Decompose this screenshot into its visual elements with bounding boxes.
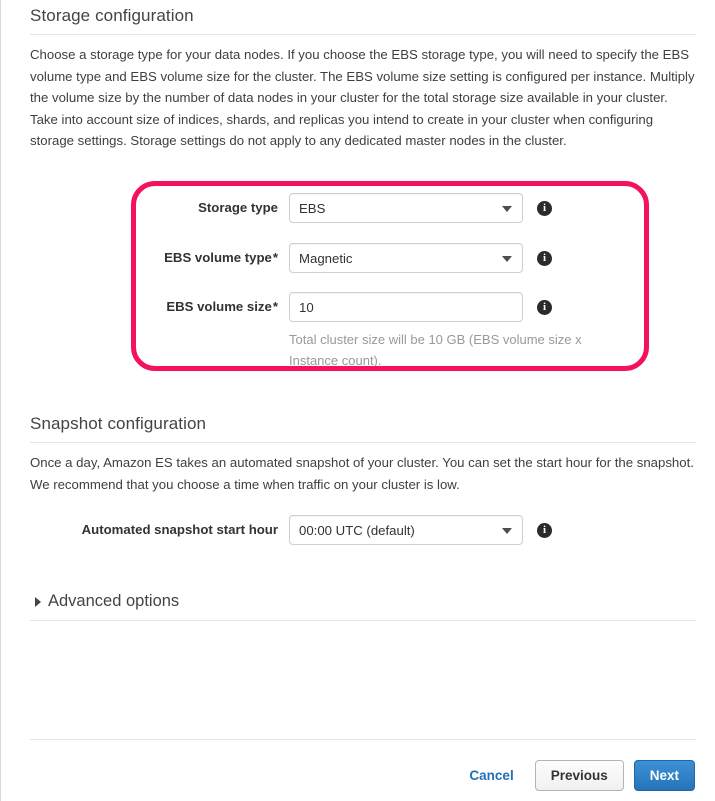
- automated-snapshot-start-hour-label: Automated snapshot start hour: [1, 515, 289, 538]
- storage-section-title: Storage configuration: [30, 6, 194, 25]
- snapshot-section-title: Snapshot configuration: [30, 414, 207, 433]
- form-row-storage-type: Storage type EBS i: [1, 193, 552, 223]
- storage-type-value: EBS: [299, 200, 326, 216]
- footer-actions: Cancel Previous Next: [469, 760, 695, 791]
- required-marker: *: [272, 250, 278, 265]
- ebs-volume-size-field-group: i Total cluster size will be 10 GB (EBS …: [289, 292, 589, 371]
- storage-type-select[interactable]: EBS: [289, 193, 523, 223]
- automated-snapshot-start-hour-label-text: Automated snapshot start hour: [81, 522, 278, 537]
- info-icon-ebs-volume-type[interactable]: i: [537, 250, 552, 266]
- cancel-link[interactable]: Cancel: [469, 768, 513, 783]
- automated-snapshot-field-group: 00:00 UTC (default) i: [289, 515, 552, 545]
- chevron-down-icon: [502, 256, 512, 262]
- ebs-volume-size-label: EBS volume size*: [1, 292, 289, 315]
- required-marker: *: [272, 299, 278, 314]
- ebs-volume-type-field-group: Magnetic i: [289, 243, 552, 273]
- ebs-volume-size-helper-text: Total cluster size will be 10 GB (EBS vo…: [289, 332, 582, 368]
- ebs-volume-type-label: EBS volume type*: [1, 243, 289, 266]
- info-icon-automated-snapshot-start-hour[interactable]: i: [537, 522, 552, 538]
- info-icon-ebs-volume-size[interactable]: i: [537, 299, 552, 315]
- automated-snapshot-field-line: 00:00 UTC (default) i: [289, 515, 552, 545]
- ebs-volume-type-field-line: Magnetic i: [289, 243, 552, 273]
- ebs-volume-type-label-text: EBS volume type: [164, 250, 272, 265]
- storage-configuration-page: Storage configuration Choose a storage t…: [0, 0, 715, 801]
- chevron-down-icon: [502, 528, 512, 534]
- ebs-volume-size-input[interactable]: [289, 292, 523, 322]
- snapshot-section-description: Once a day, Amazon ES takes an automated…: [30, 455, 694, 492]
- automated-snapshot-start-hour-value: 00:00 UTC (default): [299, 522, 415, 538]
- previous-button[interactable]: Previous: [534, 760, 624, 791]
- footer-divider: [30, 739, 696, 740]
- snapshot-configuration-section: Snapshot configuration Once a day, Amazo…: [30, 414, 696, 495]
- storage-type-field-line: EBS i: [289, 193, 552, 223]
- storage-type-label-text: Storage type: [198, 200, 278, 215]
- ebs-volume-type-value: Magnetic: [299, 250, 353, 266]
- triangle-right-icon: [35, 596, 41, 607]
- storage-type-label: Storage type: [1, 193, 289, 216]
- storage-type-field-group: EBS i: [289, 193, 552, 223]
- ebs-volume-size-label-text: EBS volume size: [166, 299, 272, 314]
- ebs-volume-type-select[interactable]: Magnetic: [289, 243, 523, 273]
- form-row-ebs-volume-size: EBS volume size* i Total cluster size wi…: [1, 292, 589, 371]
- advanced-options-toggle[interactable]: Advanced options: [35, 592, 179, 611]
- chevron-down-icon: [502, 206, 512, 212]
- storage-configuration-section: Storage configuration Choose a storage t…: [30, 6, 696, 152]
- storage-section-description: Choose a storage type for your data node…: [30, 47, 695, 148]
- info-icon-storage-type[interactable]: i: [537, 200, 552, 216]
- automated-snapshot-start-hour-select[interactable]: 00:00 UTC (default): [289, 515, 523, 545]
- form-row-ebs-volume-type: EBS volume type* Magnetic i: [1, 243, 552, 273]
- advanced-options-label: Advanced options: [48, 592, 180, 610]
- form-row-automated-snapshot-start-hour: Automated snapshot start hour 00:00 UTC …: [1, 515, 552, 545]
- ebs-volume-size-field-line: i: [289, 292, 589, 322]
- advanced-options-divider: [30, 620, 696, 621]
- next-button[interactable]: Next: [633, 760, 695, 791]
